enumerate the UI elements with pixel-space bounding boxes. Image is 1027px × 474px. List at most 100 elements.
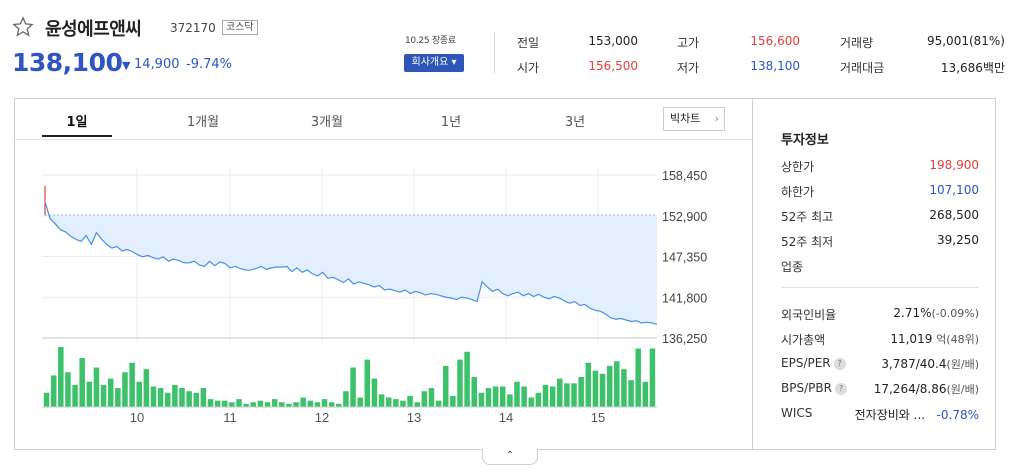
bps-pbr-label-wrap: BPS/PBR? [781,381,847,395]
tab-1day[interactable]: 1일 [37,111,117,130]
volume-bar [172,384,178,407]
volume-bar [129,362,135,407]
volume-bar [471,377,478,407]
volume-bar [628,380,634,407]
volume-bar [606,365,613,407]
volume-bar [492,386,499,407]
foreign-ratio-row: 외국인비율 2.71%(-0.09%) [781,306,979,322]
upper-limit-label: 상한가 [781,160,815,174]
volume-label: 거래량 [840,36,874,50]
lower-limit-row: 하한가 107,100 [781,183,979,199]
price-change: 14,900 [134,57,180,72]
y-tick-label: 147,350 [662,251,707,265]
low-value: 138,100 [750,59,800,73]
volume-bar [599,373,606,407]
volume-bar [307,400,314,407]
volume-bar [514,381,520,407]
wics-label: WICS [781,406,813,420]
volume-bar [65,372,71,407]
eps-per-label-wrap: EPS/PER? [781,356,846,370]
wics-industry[interactable]: 전자장비와 ... [855,408,925,422]
eps-per-label: EPS/PER [781,356,831,370]
tab-3month[interactable]: 3개월 [287,111,367,130]
volume-bar [457,359,463,407]
volume-bar [378,394,385,407]
volume-bar [585,362,592,407]
x-tick-label: 14 [499,410,513,425]
volume-bar [122,372,128,407]
market-cap-row: 시가총액 11,019 억(48위) [781,331,979,347]
tab-3year[interactable]: 3년 [535,111,615,130]
volume-bar [564,383,570,407]
volume-bar [314,402,321,407]
volume-bar [649,348,656,407]
tab-1month[interactable]: 1개월 [163,111,243,130]
volume-bar [371,378,378,407]
market-badge: 코스닥 [222,20,258,35]
volume-bar [385,397,392,407]
foreign-ratio-pct: 2.71% [893,306,932,320]
volume-bar [528,397,535,407]
volume-bar [557,378,563,407]
volume-bar [450,395,456,407]
volume-bar [115,388,121,407]
volume-bar [250,402,257,407]
star-icon[interactable] [12,16,34,38]
volume-bar [264,402,271,407]
volume-bar [157,388,164,407]
big-chart-button[interactable]: 빅차트 › [663,107,725,131]
market-cap-value: 11,019 억(48위) [890,331,979,347]
market-cap-label: 시가총액 [781,333,826,347]
x-tick-label: 13 [407,410,421,425]
lower-limit-label: 하한가 [781,185,815,199]
bps-pbr-row: BPS/PBR? 17,264/8.86(원/배) [781,381,979,397]
volume-bar [421,391,428,407]
industry-row: 업종 [781,258,979,274]
volume-bar [328,402,335,407]
open-value: 156,500 [588,59,638,73]
market-time: 10.25 장종료 [405,36,456,46]
volume-bar [179,388,185,407]
volume-bar [571,383,577,407]
volume-bar [150,386,157,407]
help-icon[interactable]: ? [833,358,846,370]
x-tick-label: 15 [591,410,605,425]
volume-bar [100,384,107,407]
volume-bar [321,399,328,407]
volume-bar [521,386,527,407]
active-tab-underline [42,135,112,137]
volume-bar [478,392,485,407]
upper-limit-value: 198,900 [929,158,979,172]
intraday-chart: 158,450 152,900 147,350 141,800 136,250 10 11 1… [42,167,707,425]
volume-bar [428,388,435,407]
chevron-up-icon: ⌃ [505,450,515,461]
market-cap-unit: 억(48위) [936,333,979,346]
volume-bar [136,381,142,407]
volume-bar [435,400,442,407]
volume-value: 95,001(81%) [926,34,1005,48]
tab-1year[interactable]: 1년 [411,111,491,130]
high-value: 156,600 [750,34,800,48]
chart-panel: 1일 1개월 3개월 1년 3년 빅차트 › 158,450 152,900 147… [14,98,996,450]
amount-value: 13,686백만 [940,61,1005,75]
eps-per-unit: (원/배) [946,358,979,371]
x-tick-label: 11 [223,410,237,425]
expand-toggle[interactable]: ⌃ [482,449,538,465]
company-overview-button[interactable]: 회사개요 ▾ [404,54,464,72]
prev-close-label: 전일 [517,36,540,50]
bps-pbr-value: 17,264/8.86(원/배) [874,381,979,397]
volume-bar [143,369,150,407]
bps-pbr-unit: (원/배) [946,383,979,396]
help-icon[interactable]: ? [834,383,847,395]
price-change-pct: -9.74% [186,57,232,72]
volume-bar [364,359,371,407]
eps-per-value: 3,787/40.4(원/배) [881,356,979,372]
volume-bar [257,400,264,407]
volume-bar [350,367,356,407]
w52-low-label: 52주 최저 [781,235,834,249]
volume-bar [549,386,556,407]
volume-bar [485,388,492,407]
volume-bar [72,384,78,407]
w52-low-value: 39,250 [937,233,979,247]
investment-info: 투자정보 상한가 198,900 하한가 107,100 52주 최고 268,… [752,99,996,449]
